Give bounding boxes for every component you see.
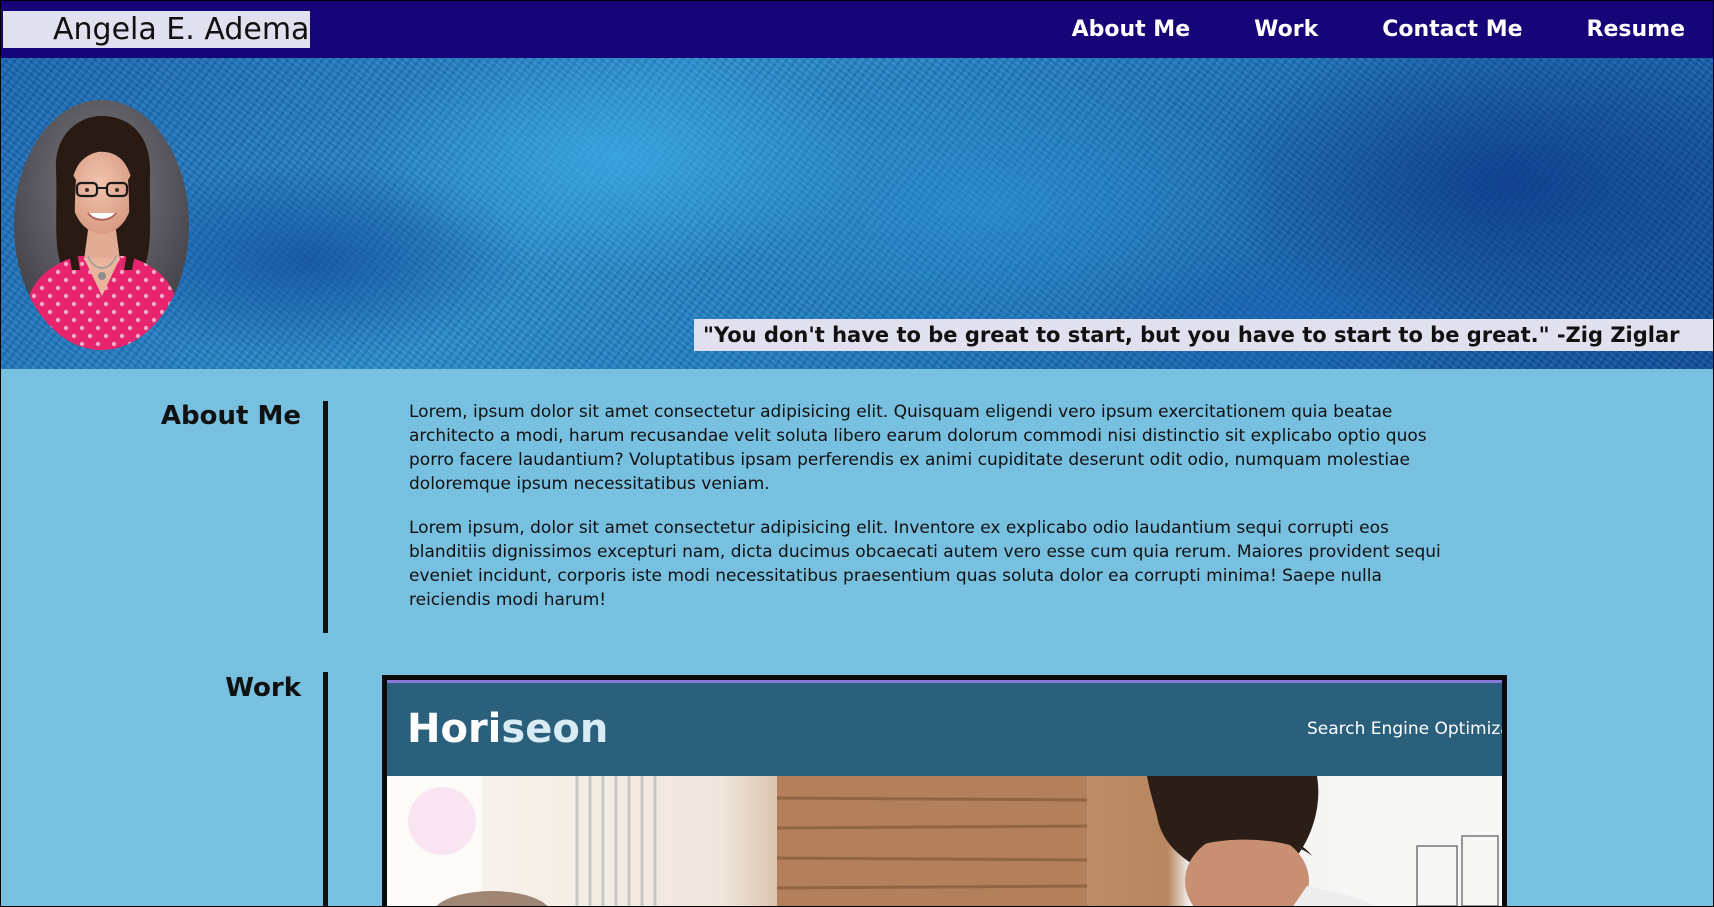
page: Angela E. Adema About Me Work Contact Me… (1, 1, 1713, 906)
hero-banner: "You don't have to be great to start, bu… (1, 58, 1713, 369)
nav-resume[interactable]: Resume (1587, 17, 1685, 42)
project-logo-part-1: Hori (407, 706, 502, 752)
nav-about-me[interactable]: About Me (1072, 17, 1191, 42)
project-logo: Horiseon (407, 703, 608, 755)
work-project-card[interactable]: Horiseon Search Engine Optimizat (382, 675, 1507, 906)
about-divider (323, 401, 328, 633)
nav-work[interactable]: Work (1254, 17, 1318, 42)
work-divider (323, 672, 328, 906)
work-heading: Work (225, 673, 301, 703)
project-header: Horiseon Search Engine Optimizat (387, 680, 1502, 776)
project-nav-text: Search Engine Optimizat (1307, 719, 1502, 739)
nav-contact-me[interactable]: Contact Me (1382, 17, 1522, 42)
work-project-screenshot[interactable]: Horiseon Search Engine Optimizat (387, 680, 1502, 906)
about-heading: About Me (160, 401, 301, 431)
hero-quote: "You don't have to be great to start, bu… (694, 319, 1713, 351)
profile-photo (14, 100, 189, 350)
about-paragraph-1: Lorem, ipsum dolor sit amet consectetur … (409, 402, 1427, 494)
about-paragraph-2: Lorem ipsum, dolor sit amet consectetur … (409, 518, 1441, 610)
about-content: Lorem, ipsum dolor sit amet consectetur … (409, 400, 1459, 632)
office-scene-illustration (387, 776, 1502, 906)
navbar: Angela E. Adema About Me Work Contact Me… (1, 1, 1713, 58)
project-logo-part-2: seon (501, 706, 609, 752)
main-nav: About Me Work Contact Me Resume (1008, 1, 1685, 58)
portrait-illustration (14, 100, 189, 350)
project-hero-photo (387, 776, 1502, 906)
site-title[interactable]: Angela E. Adema (3, 11, 311, 48)
